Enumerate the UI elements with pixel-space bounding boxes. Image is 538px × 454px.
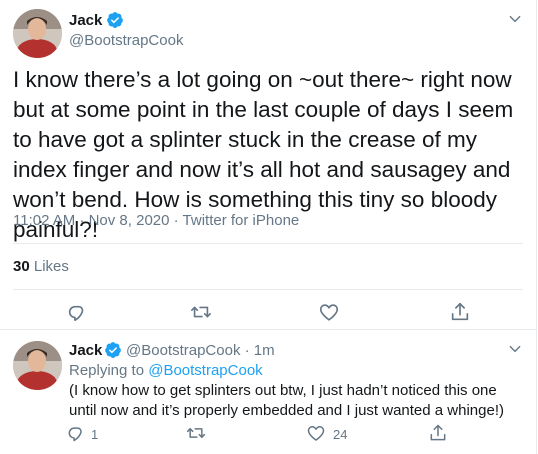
divider <box>13 289 523 290</box>
reply-author-avatar[interactable] <box>13 341 62 390</box>
reply-author-handle[interactable]: @BootstrapCook · 1m <box>126 342 275 359</box>
like-icon[interactable] <box>318 301 340 323</box>
reply-icon[interactable] <box>66 301 88 323</box>
reply-count: 1 <box>91 427 99 442</box>
reply-author-name[interactable]: Jack <box>69 342 102 359</box>
verified-badge-icon <box>107 12 123 28</box>
chevron-down-icon[interactable] <box>508 342 522 356</box>
replying-to: Replying to @BootstrapCook <box>69 361 263 381</box>
divider <box>13 243 523 244</box>
likes-count: 30 <box>13 258 30 275</box>
like-icon[interactable] <box>306 423 326 443</box>
thread-separator <box>0 329 536 330</box>
replying-to-handle[interactable]: @BootstrapCook <box>148 362 262 379</box>
reply-handle-text: @BootstrapCook <box>126 342 241 359</box>
like-count: 24 <box>333 427 348 442</box>
share-icon[interactable] <box>449 301 471 323</box>
retweet-icon[interactable] <box>190 301 212 323</box>
likes-stat[interactable]: 30 Likes <box>13 258 69 275</box>
author-avatar[interactable] <box>13 9 62 58</box>
tweet-thread: Jack @BootstrapCook I know there’s a lot… <box>0 0 537 454</box>
retweet-icon[interactable] <box>186 423 206 443</box>
share-icon[interactable] <box>428 423 448 443</box>
reply-text: (I know how to get splinters out btw, I … <box>69 382 504 419</box>
chevron-down-icon[interactable] <box>508 12 522 26</box>
author-name[interactable]: Jack <box>69 12 102 29</box>
tweet-timestamp[interactable]: 11:02 AM · Nov 8, 2020 · Twitter for iPh… <box>13 212 299 229</box>
likes-label: Likes <box>33 258 69 275</box>
reply-time-ago: · 1m <box>244 342 275 359</box>
replying-to-prefix: Replying to <box>69 362 145 379</box>
verified-badge-icon <box>105 342 121 358</box>
reply-icon[interactable] <box>66 423 86 443</box>
author-handle[interactable]: @BootstrapCook <box>69 32 183 49</box>
